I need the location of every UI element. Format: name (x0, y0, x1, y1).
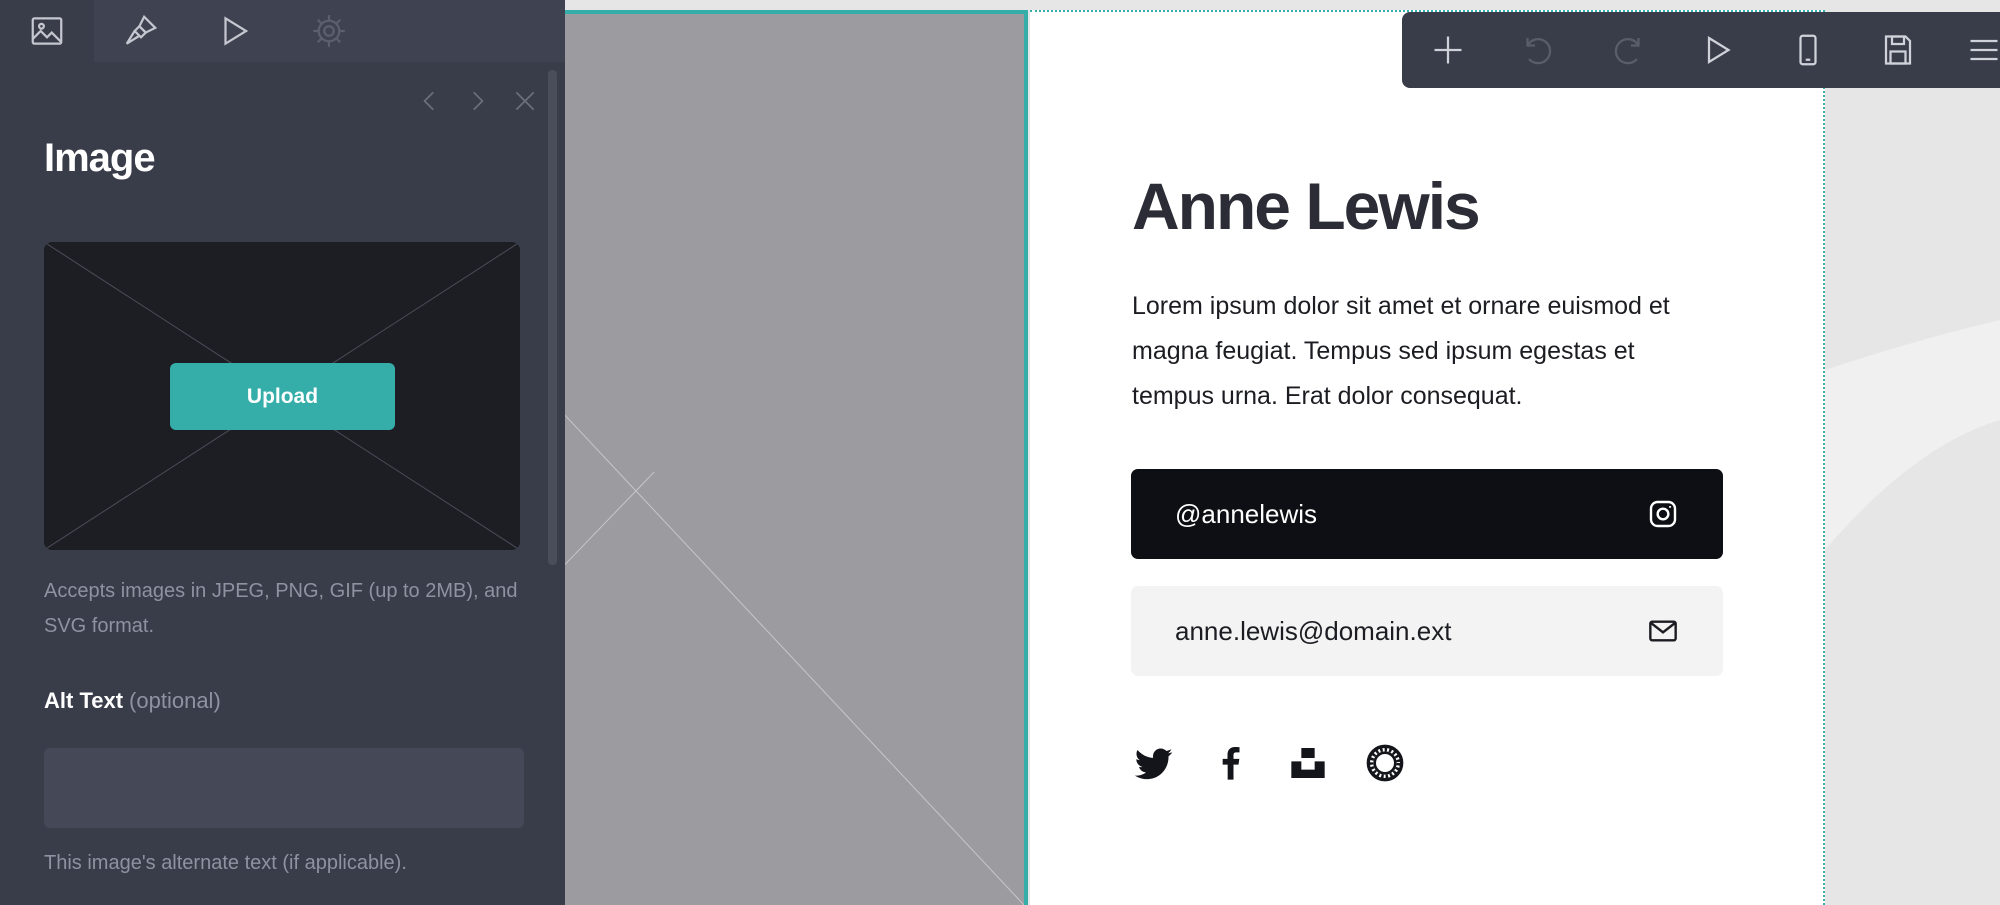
alt-text-optional: (optional) (129, 688, 221, 713)
menu-button[interactable] (1960, 26, 2000, 74)
social-links (1133, 742, 1441, 784)
instagram-handle: @annelewis (1175, 498, 1318, 529)
page-image-placeholder[interactable] (565, 10, 1028, 905)
alt-text-label: Alt Text (optional) (44, 688, 221, 714)
image-dropzone[interactable]: Upload (44, 242, 520, 550)
email-button[interactable]: anne.lewis@domain.ext (1131, 586, 1723, 676)
editor-toolbar (1402, 12, 2000, 88)
close-button[interactable] (510, 86, 540, 116)
next-button[interactable] (462, 86, 492, 116)
tab-animation[interactable] (188, 0, 282, 62)
facebook-icon (1222, 747, 1240, 780)
circle-ring-icon (1366, 744, 1404, 782)
panel-scrollbar[interactable] (548, 70, 557, 565)
image-icon (31, 17, 63, 45)
add-icon (1434, 36, 1462, 64)
tab-style[interactable] (94, 0, 188, 62)
panel-title: Image (44, 136, 156, 180)
alt-text-help: This image's alternate text (if applicab… (44, 852, 407, 874)
menu-icon (1970, 39, 1998, 61)
redo-button[interactable] (1604, 26, 1652, 74)
image-format-help: Accepts images in JPEG, PNG, GIF (up to … (44, 580, 518, 637)
email-address: anne.lewis@domain.ext (1175, 615, 1452, 646)
unsplash-icon (1291, 748, 1325, 778)
image-placeholder-icon (565, 414, 1024, 905)
undo-button[interactable] (1514, 26, 1562, 74)
panel-tabs (0, 0, 565, 62)
undo-icon (1526, 38, 1552, 65)
editor-panel: Image Upload Accepts images in JPEG, PNG… (0, 0, 565, 905)
twitter-link[interactable] (1133, 742, 1175, 784)
upload-button[interactable]: Upload (170, 363, 395, 430)
chevron-left-icon (423, 91, 434, 111)
circle-ring-link[interactable] (1364, 742, 1406, 784)
tab-image[interactable] (0, 0, 94, 62)
decorative-shape (1825, 320, 2000, 550)
canvas-background (1825, 90, 2000, 905)
instagram-icon (1649, 500, 1677, 528)
profile-name: Anne Lewis (1132, 169, 1481, 243)
profile-bio: Lorem ipsum dolor sit amet et ornare eui… (1132, 292, 1670, 410)
alt-text-label-text: Alt Text (44, 688, 124, 713)
mobile-icon (1799, 34, 1817, 66)
alt-text-input[interactable] (44, 748, 524, 828)
unsplash-link[interactable] (1287, 742, 1329, 784)
save-button[interactable] (1874, 26, 1922, 74)
preview-button[interactable] (1694, 26, 1742, 74)
facebook-link[interactable] (1210, 742, 1252, 784)
play-icon (1707, 35, 1731, 65)
previous-button[interactable] (415, 86, 445, 116)
gear-icon (313, 15, 345, 47)
tab-settings[interactable] (282, 0, 376, 62)
brush-icon (125, 14, 158, 45)
mail-icon (1649, 620, 1677, 642)
close-icon (515, 91, 535, 111)
add-button[interactable] (1424, 26, 1472, 74)
redo-icon (1614, 38, 1640, 65)
save-icon (1884, 35, 1912, 65)
play-icon (224, 16, 249, 46)
instagram-button[interactable]: @annelewis (1131, 469, 1723, 559)
chevron-right-icon (473, 91, 484, 111)
canvas-top-strip (565, 0, 2000, 10)
mobile-view-button[interactable] (1784, 26, 1832, 74)
twitter-icon (1134, 748, 1173, 780)
